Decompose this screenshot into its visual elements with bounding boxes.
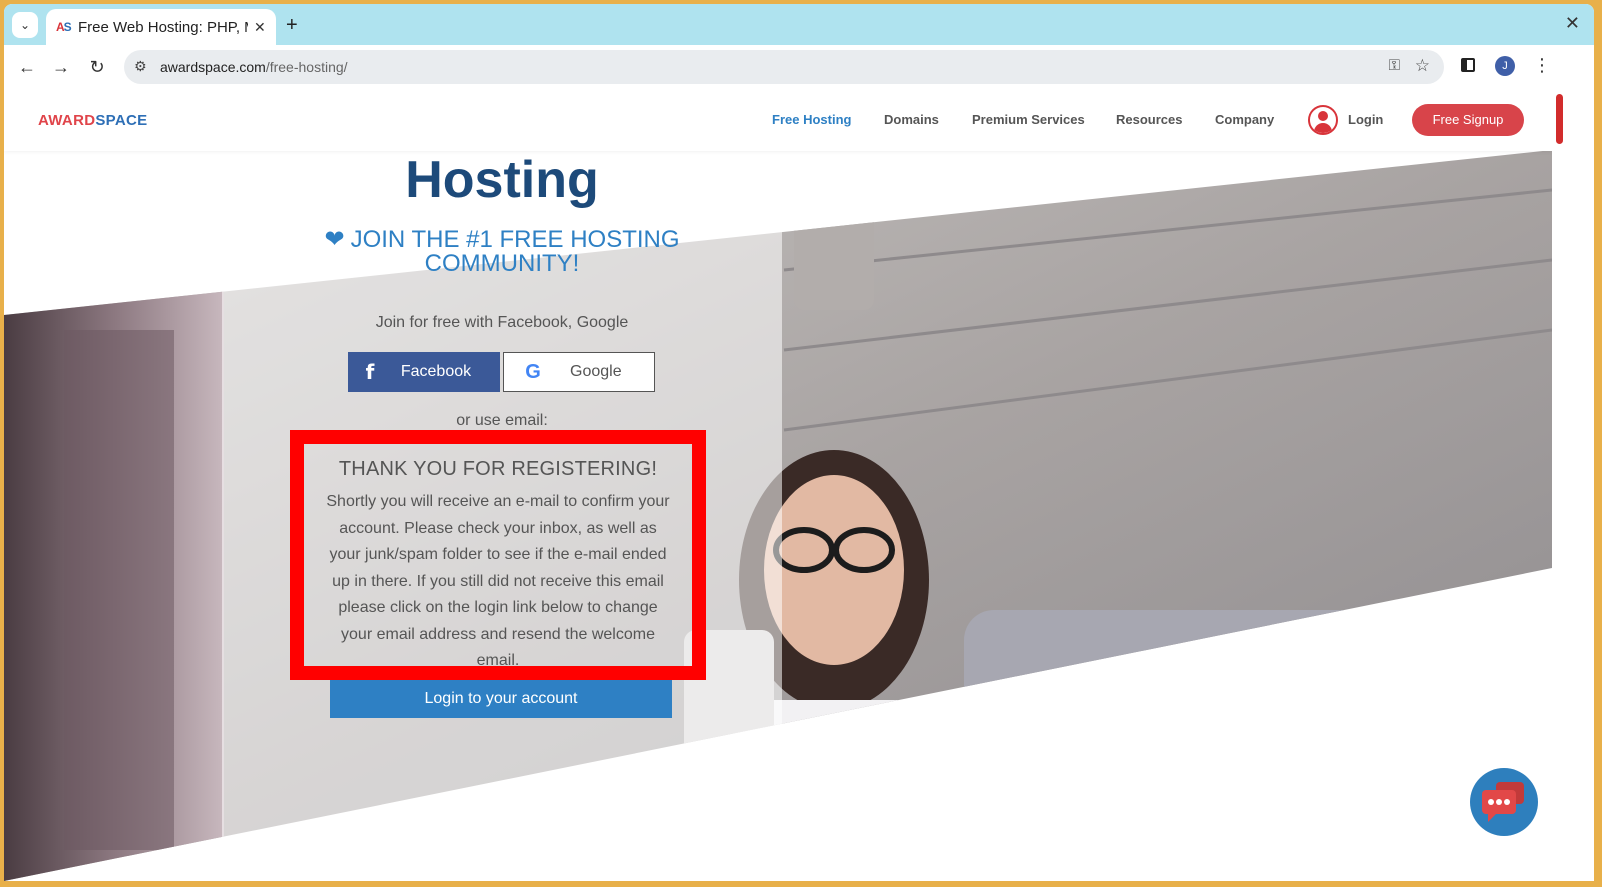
login-to-account-button[interactable]: Login to your account: [330, 680, 672, 718]
nav-free-hosting[interactable]: Free Hosting: [772, 112, 851, 127]
forward-arrow-icon[interactable]: →: [50, 57, 72, 78]
tab-close-icon[interactable]: ✕: [254, 19, 266, 36]
nav-company[interactable]: Company: [1215, 112, 1274, 127]
url-text: awardspace.com/free-hosting/: [160, 59, 348, 75]
free-signup-button[interactable]: Free Signup: [1412, 104, 1524, 136]
facebook-signup-button[interactable]: f Facebook: [348, 352, 500, 392]
thanks-message: Shortly you will receive an e-mail to co…: [326, 493, 670, 669]
thanks-heading: THANK YOU FOR REGISTERING!: [338, 458, 658, 480]
awardspace-logo[interactable]: AWARDSPACE: [38, 112, 147, 129]
login-link[interactable]: Login: [1348, 112, 1383, 127]
awardspace-favicon-icon: AS: [56, 20, 72, 34]
nav-premium-services[interactable]: Premium Services: [972, 112, 1085, 127]
browser-window: ⌄ AS Free Web Hosting: PHP, M ✕ + ✕ ← → …: [4, 4, 1594, 881]
scrollbar-thumb[interactable]: [1556, 94, 1563, 144]
live-chat-button[interactable]: [1470, 768, 1538, 836]
signup-panel: Hosting ❤ JOIN THE #1 FREE HOSTING COMMUN…: [222, 90, 782, 881]
user-avatar-icon[interactable]: [1308, 105, 1338, 135]
google-icon: G: [525, 360, 541, 383]
page-scrollbar[interactable]: [1552, 90, 1594, 881]
back-arrow-icon[interactable]: ←: [16, 57, 38, 78]
web-page: AWARDSPACE Free Hosting Domains Premium …: [4, 90, 1594, 881]
bookmark-star-icon[interactable]: ☆: [1415, 56, 1430, 76]
facebook-icon: f: [365, 360, 375, 384]
tab-search-chevron-icon[interactable]: ⌄: [12, 12, 38, 38]
tab-title: Free Web Hosting: PHP, M: [78, 18, 248, 36]
site-header: AWARDSPACE Free Hosting Domains Premium …: [4, 90, 1552, 151]
reload-icon[interactable]: ↻: [86, 57, 108, 78]
registration-confirmation-box: THANK YOU FOR REGISTERING! Shortly you w…: [290, 430, 706, 680]
chat-bubbles-icon: [1482, 782, 1524, 822]
site-info-icon[interactable]: ⚙: [134, 58, 147, 75]
browser-toolbar: ← → ↻ ⚙ awardspace.com/free-hosting/ ⚿ ☆…: [4, 45, 1594, 91]
tab-active[interactable]: AS Free Web Hosting: PHP, M ✕: [46, 9, 276, 45]
browser-menu-icon[interactable]: ⋮: [1533, 55, 1551, 76]
profile-avatar[interactable]: J: [1495, 56, 1515, 76]
or-use-email-text: or use email:: [456, 412, 548, 429]
page-title: Hosting: [405, 151, 599, 209]
google-signup-button[interactable]: G Google: [503, 352, 655, 392]
tab-strip: ⌄ AS Free Web Hosting: PHP, M ✕ + ✕: [4, 4, 1594, 45]
nav-resources[interactable]: Resources: [1116, 112, 1182, 127]
heart-icon: ❤: [324, 226, 345, 253]
password-key-icon[interactable]: ⚿: [1389, 57, 1400, 74]
community-heading: ❤ JOIN THE #1 FREE HOSTING COMMUNITY!: [324, 226, 680, 277]
social-join-text: Join for free with Facebook, Google: [375, 314, 629, 331]
address-bar[interactable]: ⚙ awardspace.com/free-hosting/ ⚿ ☆: [124, 50, 1444, 84]
nav-domains[interactable]: Domains: [884, 112, 939, 127]
side-panel-icon[interactable]: [1461, 58, 1475, 72]
window-close-icon[interactable]: ✕: [1565, 13, 1580, 34]
new-tab-icon[interactable]: +: [286, 14, 298, 37]
